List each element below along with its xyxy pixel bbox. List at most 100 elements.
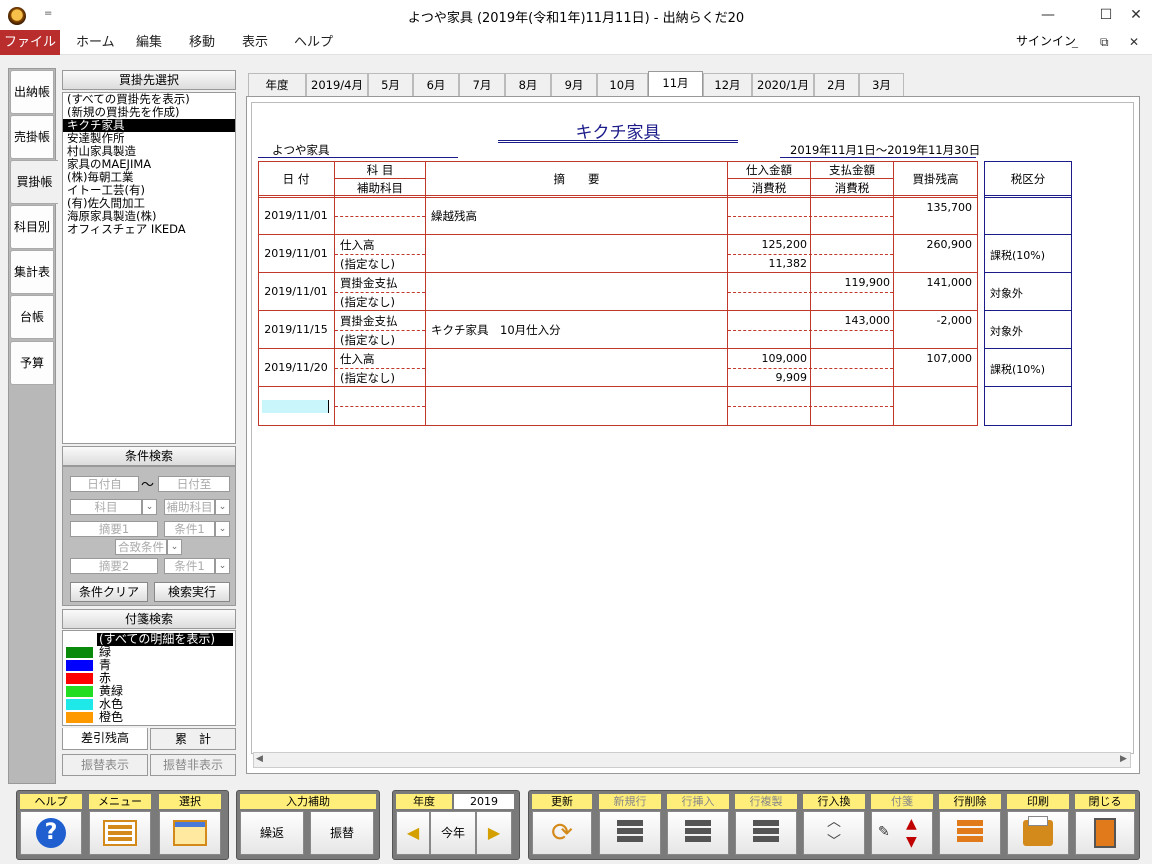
match-select[interactable]: 合致条件 bbox=[115, 539, 167, 555]
tab-month[interactable]: 2月 bbox=[814, 73, 859, 97]
cond1-select[interactable]: 条件1 bbox=[164, 521, 215, 537]
row-date[interactable]: 2019/11/01 bbox=[258, 247, 334, 260]
minimize-button[interactable]: — bbox=[1034, 4, 1062, 26]
chevron-down-icon[interactable]: ⌄ bbox=[215, 499, 230, 515]
tab-month[interactable]: 10月 bbox=[597, 73, 648, 97]
maximize-button[interactable]: ☐ bbox=[1092, 4, 1120, 26]
menu-file[interactable]: ファイル bbox=[0, 30, 60, 55]
menu-move[interactable]: 移動 bbox=[189, 30, 215, 55]
select-button[interactable] bbox=[159, 811, 221, 855]
tab-month[interactable]: 3月 bbox=[859, 73, 904, 97]
tab-month[interactable]: 6月 bbox=[413, 73, 459, 97]
chevron-down-icon[interactable]: ⌄ bbox=[167, 539, 182, 555]
row-tax-class[interactable]: 対象外 bbox=[990, 323, 1023, 339]
signin-link[interactable]: サインイン bbox=[1016, 31, 1076, 51]
menu-button[interactable] bbox=[89, 811, 151, 855]
inner-close-button[interactable]: ✕ bbox=[1129, 32, 1139, 52]
run-search-button[interactable]: 検索実行 bbox=[154, 582, 230, 602]
row-payment[interactable]: 119,900 bbox=[811, 276, 891, 289]
prev-year-button[interactable]: ◀ bbox=[396, 811, 430, 855]
close-button[interactable] bbox=[1075, 811, 1135, 855]
row-memo[interactable]: キクチ家具 10月仕入分 bbox=[431, 322, 561, 338]
row-sub-account[interactable]: (指定なし) bbox=[340, 294, 395, 310]
horizontal-scrollbar[interactable] bbox=[253, 752, 1131, 768]
copy-row-button[interactable] bbox=[735, 811, 797, 855]
memo1-input[interactable]: 摘要1 bbox=[70, 521, 158, 537]
date-from-input[interactable]: 日付自 bbox=[70, 476, 139, 492]
row-memo[interactable]: 繰越残高 bbox=[431, 208, 477, 224]
tab-month[interactable]: 5月 bbox=[368, 73, 413, 97]
row-purchase[interactable]: 125,200 bbox=[728, 238, 808, 251]
tag-item[interactable]: 緑 bbox=[63, 646, 235, 659]
transfer-button[interactable]: 振替 bbox=[310, 811, 374, 855]
menu-help[interactable]: ヘルプ bbox=[294, 30, 333, 55]
inner-minimize-button[interactable]: _ bbox=[1072, 31, 1078, 51]
repeat-button[interactable]: 繰返 bbox=[240, 811, 304, 855]
row-date[interactable]: 2019/11/01 bbox=[258, 209, 334, 222]
menu-view[interactable]: 表示 bbox=[242, 30, 268, 55]
tab-month[interactable]: 12月 bbox=[703, 73, 752, 97]
insert-row-button[interactable] bbox=[667, 811, 729, 855]
clear-conditions-button[interactable]: 条件クリア bbox=[70, 582, 148, 602]
row-account[interactable]: 買掛金支払 bbox=[340, 313, 398, 329]
help-button[interactable]: ? bbox=[20, 811, 82, 855]
tab-payables[interactable]: 買掛帳 bbox=[10, 160, 58, 204]
swap-row-button[interactable]: ︿ ﹀ bbox=[803, 811, 865, 855]
date-to-input[interactable]: 日付至 bbox=[158, 476, 230, 492]
this-year-button[interactable]: 今年 bbox=[430, 811, 476, 855]
tag-list[interactable]: (すべての明細を表示) 緑 青 赤 黄緑 水色 橙色 bbox=[62, 630, 236, 726]
tab-cashbook[interactable]: 出納帳 bbox=[10, 70, 54, 114]
row-date[interactable]: 2019/11/01 bbox=[258, 285, 334, 298]
chevron-down-icon[interactable]: ⌄ bbox=[215, 521, 230, 537]
tab-cumulative[interactable]: 累 計 bbox=[150, 728, 236, 750]
tab-month[interactable]: 7月 bbox=[459, 73, 505, 97]
print-button[interactable] bbox=[1007, 811, 1069, 855]
tab-fiscal-year[interactable]: 年度 bbox=[248, 73, 306, 97]
tab-month[interactable]: 2020/1月 bbox=[752, 73, 814, 97]
tag-item-all[interactable]: (すべての明細を表示) bbox=[63, 633, 235, 646]
tab-by-account[interactable]: 科目別 bbox=[10, 205, 54, 249]
tab-month-active[interactable]: 11月 bbox=[648, 71, 703, 98]
tag-item[interactable]: 青 bbox=[63, 659, 235, 672]
tag-item[interactable]: 水色 bbox=[63, 698, 235, 711]
sub-account-select[interactable]: 補助科目 bbox=[164, 499, 215, 515]
row-tax-class[interactable]: 課税(10%) bbox=[990, 361, 1045, 377]
hide-transfer-button[interactable]: 振替非表示 bbox=[150, 754, 236, 776]
new-row-button[interactable] bbox=[599, 811, 661, 855]
cond2-select[interactable]: 条件1 bbox=[164, 558, 215, 574]
row-sub-account[interactable]: (指定なし) bbox=[340, 332, 395, 348]
row-tax[interactable]: 11,382 bbox=[728, 257, 808, 270]
tab-diff-balance[interactable]: 差引残高 bbox=[62, 728, 148, 750]
tag-button[interactable]: ✎ ▲ ▼ bbox=[871, 811, 933, 855]
scroll-right-icon[interactable]: ▶ bbox=[1120, 754, 1127, 764]
row-sub-account[interactable]: (指定なし) bbox=[340, 256, 395, 272]
tab-month[interactable]: 2019/4月 bbox=[306, 73, 368, 97]
delete-row-button[interactable] bbox=[939, 811, 1001, 855]
row-date[interactable]: 2019/11/15 bbox=[258, 323, 334, 336]
tag-item[interactable]: 黄緑 bbox=[63, 685, 235, 698]
next-year-button[interactable]: ▶ bbox=[476, 811, 512, 855]
tag-item[interactable]: 赤 bbox=[63, 672, 235, 685]
new-row-date-input[interactable] bbox=[262, 400, 329, 413]
row-tax[interactable]: 9,909 bbox=[728, 371, 808, 384]
memo2-input[interactable]: 摘要2 bbox=[70, 558, 158, 574]
row-purchase[interactable]: 109,000 bbox=[728, 352, 808, 365]
chevron-down-icon[interactable]: ⌄ bbox=[142, 499, 157, 515]
tab-receivables[interactable]: 売掛帳 bbox=[10, 115, 54, 159]
tag-item[interactable]: 橙色 bbox=[63, 711, 235, 724]
inner-restore-button[interactable]: ⧉ bbox=[1100, 32, 1109, 52]
row-payment[interactable]: 143,000 bbox=[811, 314, 891, 327]
row-tax-class[interactable]: 対象外 bbox=[990, 285, 1023, 301]
chevron-down-icon[interactable]: ⌄ bbox=[215, 558, 230, 574]
account-select[interactable]: 科目 bbox=[70, 499, 142, 515]
menu-home[interactable]: ホーム bbox=[76, 30, 115, 55]
tab-month[interactable]: 9月 bbox=[551, 73, 597, 97]
row-account[interactable]: 買掛金支払 bbox=[340, 275, 398, 291]
row-tax-class[interactable]: 課税(10%) bbox=[990, 247, 1045, 263]
scroll-left-icon[interactable]: ◀ bbox=[256, 754, 263, 764]
supplier-list[interactable]: (すべての買掛先を表示) (新規の買掛先を作成) キクチ家具 安達製作所 村山家… bbox=[62, 92, 236, 444]
row-account[interactable]: 仕入高 bbox=[340, 237, 375, 253]
tab-register[interactable]: 台帳 bbox=[10, 295, 54, 339]
show-transfer-button[interactable]: 振替表示 bbox=[62, 754, 148, 776]
close-window-button[interactable]: ✕ bbox=[1122, 4, 1150, 26]
